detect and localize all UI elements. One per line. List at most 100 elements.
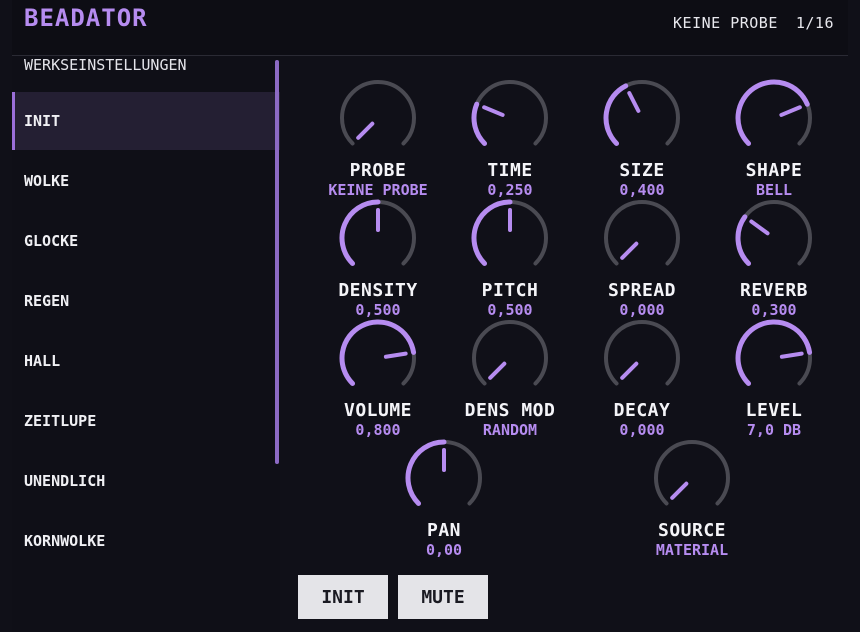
knob-value: 0,00 bbox=[425, 541, 463, 559]
preset-item-label: ZEITLUPE bbox=[24, 412, 97, 430]
knob-dial-icon[interactable] bbox=[734, 318, 814, 398]
status-readout: KEINE PROBE 1/16 bbox=[673, 14, 834, 32]
preset-section-title: WERKSEINSTELLUNGEN bbox=[24, 56, 187, 74]
knob-label: TIME bbox=[487, 160, 533, 181]
preset-item-unendlich[interactable]: UNENDLICH bbox=[12, 452, 280, 510]
knob-dial-icon[interactable] bbox=[338, 78, 418, 158]
knob-dial-icon[interactable] bbox=[338, 318, 418, 398]
knob-pan[interactable]: PAN 0,00 bbox=[378, 438, 510, 559]
knob-label: PITCH bbox=[481, 280, 539, 301]
preset-item-label: INIT bbox=[24, 112, 61, 130]
knob-label: DENSITY bbox=[338, 280, 418, 301]
preset-item-kornwolke[interactable]: KORNWOLKE bbox=[12, 512, 280, 570]
preset-item-init[interactable]: INIT bbox=[12, 92, 280, 150]
preset-item-glocke[interactable]: GLOCKE bbox=[12, 212, 280, 270]
knob-label: LEVEL bbox=[745, 400, 803, 421]
knob-size[interactable]: SIZE 0,400 bbox=[576, 78, 708, 199]
knob-pointer bbox=[749, 219, 770, 236]
preset-item-label: GLOCKE bbox=[24, 232, 79, 250]
knob-pointer bbox=[670, 481, 689, 500]
preset-item-label: HALL bbox=[24, 352, 61, 370]
knob-pointer bbox=[779, 351, 804, 359]
knob-pitch[interactable]: PITCH 0,500 bbox=[444, 198, 576, 319]
knob-pointer bbox=[482, 105, 505, 117]
knob-time[interactable]: TIME 0,250 bbox=[444, 78, 576, 199]
knob-value: RANDOM bbox=[482, 421, 538, 439]
knob-value: 0,300 bbox=[751, 301, 797, 319]
knob-value-arc bbox=[405, 439, 447, 506]
knob-value: 0,250 bbox=[487, 181, 533, 199]
knob-value: 0,500 bbox=[487, 301, 533, 319]
knob-value-arc bbox=[735, 79, 810, 146]
app-title: BEADATOR bbox=[24, 4, 148, 32]
knob-level[interactable]: LEVEL 7,0 DB bbox=[708, 318, 840, 439]
preset-item-hall[interactable]: HALL bbox=[12, 332, 280, 390]
preset-item-label: WOLKE bbox=[24, 172, 70, 190]
knob-label: SHAPE bbox=[745, 160, 803, 181]
knob-track bbox=[340, 80, 416, 146]
knob-value: 7,0 DB bbox=[746, 421, 802, 439]
knob-dial-icon[interactable] bbox=[602, 318, 682, 398]
knob-probe[interactable]: PROBE KEINE PROBE bbox=[312, 78, 444, 199]
knob-value-arc bbox=[603, 83, 629, 146]
knob-dial-icon[interactable] bbox=[470, 318, 550, 398]
knob-label: VOLUME bbox=[343, 400, 413, 421]
knob-track bbox=[736, 200, 812, 266]
knob-reverb[interactable]: REVERB 0,300 bbox=[708, 198, 840, 319]
knob-pointer bbox=[620, 241, 639, 260]
top-bar: BEADATOR KEINE PROBE 1/16 bbox=[12, 0, 848, 56]
knob-track bbox=[654, 440, 730, 506]
knob-dial-icon[interactable] bbox=[602, 78, 682, 158]
preset-item-regen[interactable]: REGEN bbox=[12, 272, 280, 330]
preset-item-label: KORNWOLKE bbox=[24, 532, 106, 550]
knob-value-arc bbox=[339, 199, 381, 266]
knob-dial-icon[interactable] bbox=[734, 78, 814, 158]
knob-dial-icon[interactable] bbox=[470, 198, 550, 278]
knob-source[interactable]: SOURCE MATERIAL bbox=[626, 438, 758, 559]
knob-dial-icon[interactable] bbox=[338, 198, 418, 278]
knob-track bbox=[472, 320, 548, 386]
knob-shape[interactable]: SHAPE BELL bbox=[708, 78, 840, 199]
knob-label: PROBE bbox=[349, 160, 407, 181]
knob-dial-icon[interactable] bbox=[734, 198, 814, 278]
knob-decay[interactable]: DECAY 0,000 bbox=[576, 318, 708, 439]
knob-dial-icon[interactable] bbox=[470, 78, 550, 158]
knob-value: KEINE PROBE bbox=[328, 181, 428, 199]
knob-track bbox=[604, 320, 680, 386]
knob-label: REVERB bbox=[739, 280, 809, 301]
knob-value: MATERIAL bbox=[655, 541, 729, 559]
knob-dial-icon[interactable] bbox=[602, 198, 682, 278]
knob-value-arc bbox=[735, 214, 752, 266]
preset-item-label: REGEN bbox=[24, 292, 70, 310]
knob-track bbox=[604, 200, 680, 266]
knob-dens-mod[interactable]: DENS MOD RANDOM bbox=[444, 318, 576, 439]
knob-density[interactable]: DENSITY 0,500 bbox=[312, 198, 444, 319]
preset-item-wolke[interactable]: WOLKE bbox=[12, 152, 280, 210]
knob-label: SOURCE bbox=[657, 520, 727, 541]
knob-label: SIZE bbox=[619, 160, 665, 181]
knob-panel: PROBE KEINE PROBE TIME 0,250 SIZE 0,400 … bbox=[282, 56, 848, 632]
knob-pointer bbox=[488, 361, 507, 380]
knob-label: DENS MOD bbox=[464, 400, 556, 421]
knob-pointer bbox=[627, 91, 641, 113]
knob-spread[interactable]: SPREAD 0,000 bbox=[576, 198, 708, 319]
knob-pointer bbox=[356, 121, 375, 140]
preset-item-zeitlupe[interactable]: ZEITLUPE bbox=[12, 392, 280, 450]
knob-value: BELL bbox=[755, 181, 793, 199]
knob-value: 0,400 bbox=[619, 181, 665, 199]
init-button[interactable]: INIT bbox=[298, 575, 388, 619]
knob-value: 0,000 bbox=[619, 301, 665, 319]
knob-dial-icon[interactable] bbox=[404, 438, 484, 518]
sample-name: KEINE PROBE bbox=[673, 14, 778, 32]
knob-dial-icon[interactable] bbox=[652, 438, 732, 518]
page-indicator: 1/16 bbox=[795, 14, 834, 32]
knob-volume[interactable]: VOLUME 0,800 bbox=[312, 318, 444, 439]
knob-pointer bbox=[383, 351, 408, 359]
sidebar-scrollbar[interactable] bbox=[275, 60, 279, 464]
knob-value-arc bbox=[471, 101, 488, 146]
knob-pointer bbox=[620, 361, 639, 380]
knob-value: 0,500 bbox=[355, 301, 401, 319]
mute-button[interactable]: MUTE bbox=[398, 575, 488, 619]
knob-label: DECAY bbox=[613, 400, 671, 421]
knob-label: SPREAD bbox=[607, 280, 677, 301]
